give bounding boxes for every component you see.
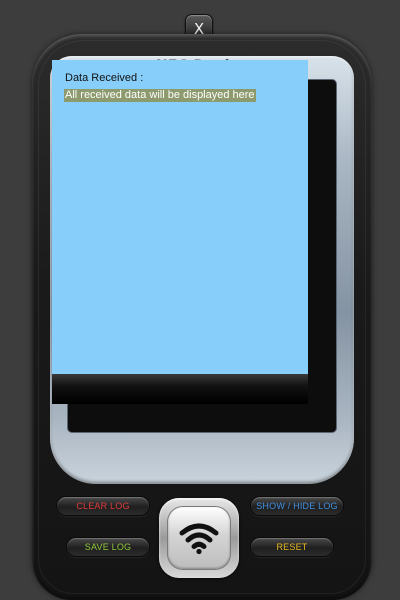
clear-log-button[interactable]: CLEAR LOG <box>56 496 150 516</box>
nfc-device-body: NFC Device Data Received : All received … <box>32 34 372 600</box>
app-stage: X NFC Device Data Received : All receive… <box>0 0 400 600</box>
clear-log-label: CLEAR LOG <box>76 501 130 511</box>
nfc-button-housing <box>159 498 239 578</box>
data-received-label: Data Received : <box>65 72 144 84</box>
reset-label: RESET <box>276 542 308 552</box>
screen-display: Data Received : All received data will b… <box>52 60 308 374</box>
save-log-label: SAVE LOG <box>84 542 132 552</box>
show-hide-log-button[interactable]: SHOW / HIDE LOG <box>250 496 344 516</box>
show-hide-log-label: SHOW / HIDE LOG <box>256 501 338 511</box>
nfc-button[interactable] <box>168 507 230 569</box>
save-log-button[interactable]: SAVE LOG <box>66 537 150 557</box>
data-received-message: All received data will be displayed here <box>64 89 256 102</box>
screen-bottom-bar <box>52 374 308 404</box>
nfc-wifi-icon <box>179 523 219 555</box>
reset-button[interactable]: RESET <box>250 537 334 557</box>
